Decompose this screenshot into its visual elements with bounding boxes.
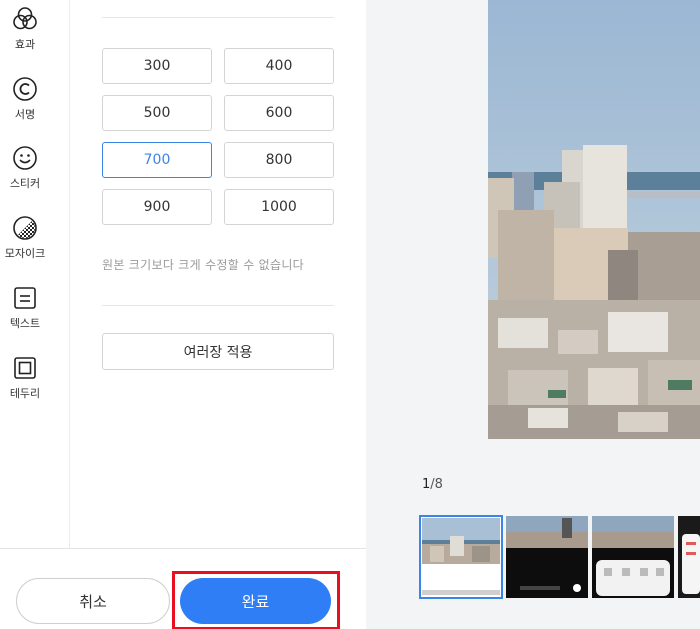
thumbnail-1[interactable] xyxy=(419,515,503,599)
tool-effects[interactable]: 효과 xyxy=(0,6,50,52)
photo-editor: 효과 서명 스티커 모자이크 텍스트 테두리 300 400 500 600 7… xyxy=(0,0,700,629)
tool-sidebar: 효과 서명 스티커 모자이크 텍스트 테두리 xyxy=(0,0,70,548)
apply-multiple-button[interactable]: 여러장 적용 xyxy=(102,333,334,370)
tool-border-label: 테두리 xyxy=(9,387,41,400)
tool-text[interactable]: 텍스트 xyxy=(0,285,50,331)
size-option-700-selected[interactable]: 700 xyxy=(102,142,212,178)
size-option-500[interactable]: 500 xyxy=(102,95,212,131)
tool-signature[interactable]: 서명 xyxy=(0,76,50,122)
mosaic-icon xyxy=(13,216,37,240)
page-indicator: 1/8 xyxy=(422,477,443,492)
text-icon xyxy=(14,287,36,309)
preview-area: 1/8 xyxy=(366,0,700,629)
size-option-800[interactable]: 800 xyxy=(224,142,334,178)
tool-sticker-label: 스티커 xyxy=(9,177,41,190)
size-option-1000[interactable]: 1000 xyxy=(224,189,334,225)
done-button[interactable]: 완료 xyxy=(180,578,331,624)
tool-border[interactable]: 테두리 xyxy=(0,355,50,401)
copyright-icon xyxy=(13,77,37,101)
page-total: /8 xyxy=(430,477,443,492)
thumbnail-3[interactable] xyxy=(592,516,674,598)
divider xyxy=(102,305,334,306)
tool-sticker[interactable]: 스티커 xyxy=(0,145,50,191)
border-icon xyxy=(14,357,36,379)
tool-mosaic[interactable]: 모자이크 xyxy=(0,215,50,261)
tool-effects-label: 효과 xyxy=(14,38,36,51)
action-bar: 취소 완료 xyxy=(0,548,366,629)
tool-mosaic-label: 모자이크 xyxy=(4,247,46,260)
size-option-400[interactable]: 400 xyxy=(224,48,334,84)
smiley-icon xyxy=(13,146,37,170)
resize-limit-note: 원본 크기보다 크게 수정할 수 없습니다 xyxy=(102,258,305,272)
size-option-300[interactable]: 300 xyxy=(102,48,212,84)
tool-text-label: 텍스트 xyxy=(9,317,41,330)
divider xyxy=(102,17,334,18)
size-option-900[interactable]: 900 xyxy=(102,189,212,225)
resize-panel: 300 400 500 600 700 800 900 1000 원본 크기보다… xyxy=(70,0,366,548)
cancel-button[interactable]: 취소 xyxy=(16,578,170,624)
thumbnail-2[interactable] xyxy=(506,516,588,598)
size-option-600[interactable]: 600 xyxy=(224,95,334,131)
tool-signature-label: 서명 xyxy=(14,108,36,121)
effects-icon xyxy=(13,7,37,30)
preview-photo xyxy=(488,0,700,439)
thumbnail-4[interactable] xyxy=(678,516,700,598)
